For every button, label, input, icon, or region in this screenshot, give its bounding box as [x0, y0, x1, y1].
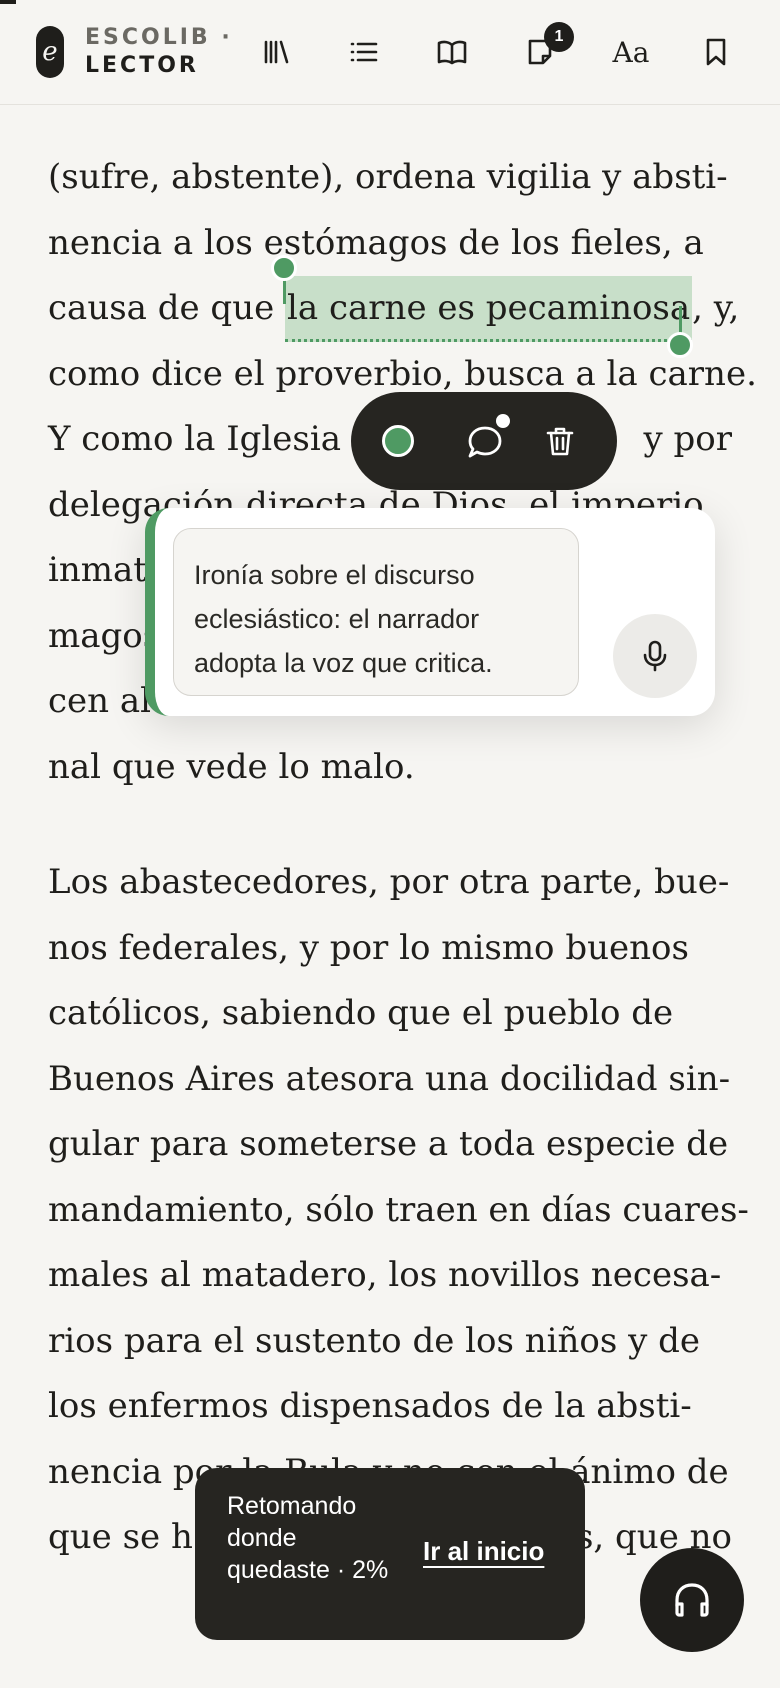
text-line: (sufre, abstente), ordena vigilia y abst…: [48, 157, 728, 197]
bookmark-icon[interactable]: [694, 30, 738, 74]
resume-toast: Retomando donde quedaste · 2% Ir al inic…: [195, 1468, 585, 1640]
text-line: nos federales, y por lo mismo buenos: [48, 927, 689, 968]
text-fragment: , y,: [692, 288, 740, 328]
text-line: católicos, sabiendo que el pueblo de: [48, 993, 674, 1033]
microphone-button[interactable]: [613, 614, 697, 698]
selection-start-handle[interactable]: [271, 255, 297, 281]
resume-message: Retomando donde quedaste · 2%: [227, 1492, 389, 1584]
text-line: causa de que la carne es pecaminosa, y,: [48, 276, 739, 342]
text-fragment: Y como la Iglesia: [48, 419, 342, 459]
text-line: males al matadero, los novillos necesa-: [48, 1255, 722, 1295]
text-line: nal que vede lo malo.: [48, 746, 415, 787]
comment-icon[interactable]: [465, 422, 505, 462]
highlight-color-dot[interactable]: [382, 425, 414, 457]
app-logo: e: [36, 26, 64, 78]
status-corner: [0, 0, 16, 4]
selection-end-handle[interactable]: [667, 332, 693, 358]
note-card: Ironía sobre el discurso eclesiástico: e…: [145, 508, 715, 716]
reading-pane[interactable]: (sufre, abstente), ordena vigilia y abst…: [48, 145, 757, 1571]
text-fragment: causa de que: [48, 288, 275, 328]
brand-line-1: ESCOLIB ·: [85, 25, 233, 50]
toc-list-icon[interactable]: [342, 30, 386, 74]
brand-name: ESCOLIB · LECTOR: [85, 24, 233, 80]
text-fragment: y por: [643, 419, 732, 459]
text-line: los enfermos dispensados de la absti-: [48, 1386, 692, 1426]
top-bar: e ESCOLIB · LECTOR 1 Aa: [0, 0, 780, 105]
text-line: rios para el sustento de los niños y de: [48, 1320, 701, 1361]
brand-line-2: LECTOR: [85, 53, 199, 78]
notes-count-badge: 1: [544, 22, 574, 52]
text-line: mandamiento, sólo traen en días cuares-: [48, 1189, 749, 1230]
notes-icon[interactable]: 1: [518, 22, 574, 74]
text-line: gular para someterse a toda especie de: [48, 1124, 729, 1164]
library-icon[interactable]: [254, 30, 298, 74]
text-fragment: que se h: [48, 1517, 193, 1557]
audio-button[interactable]: [640, 1548, 744, 1652]
open-book-icon[interactable]: [430, 30, 474, 74]
font-size-button[interactable]: Aa: [606, 30, 656, 74]
note-text-field[interactable]: Ironía sobre el discurso eclesiástico: e…: [173, 528, 579, 696]
highlighted-passage[interactable]: la carne es pecaminosa: [285, 276, 693, 342]
go-to-start-link[interactable]: Ir al inicio: [423, 1536, 544, 1567]
text-line: Buenos Aires atesora una docilidad sin-: [48, 1058, 731, 1099]
trash-icon[interactable]: [543, 424, 577, 458]
text-line: nencia a los estómagos de los fieles, a: [48, 222, 704, 263]
annotation-toolbar: [351, 392, 617, 490]
headphones-icon: [675, 1583, 709, 1617]
font-size-label: Aa: [612, 35, 650, 69]
microphone-icon: [643, 640, 667, 672]
text-line: Los abastecedores, por otra parte, bue-: [48, 862, 730, 902]
comment-indicator-dot: [496, 414, 510, 428]
